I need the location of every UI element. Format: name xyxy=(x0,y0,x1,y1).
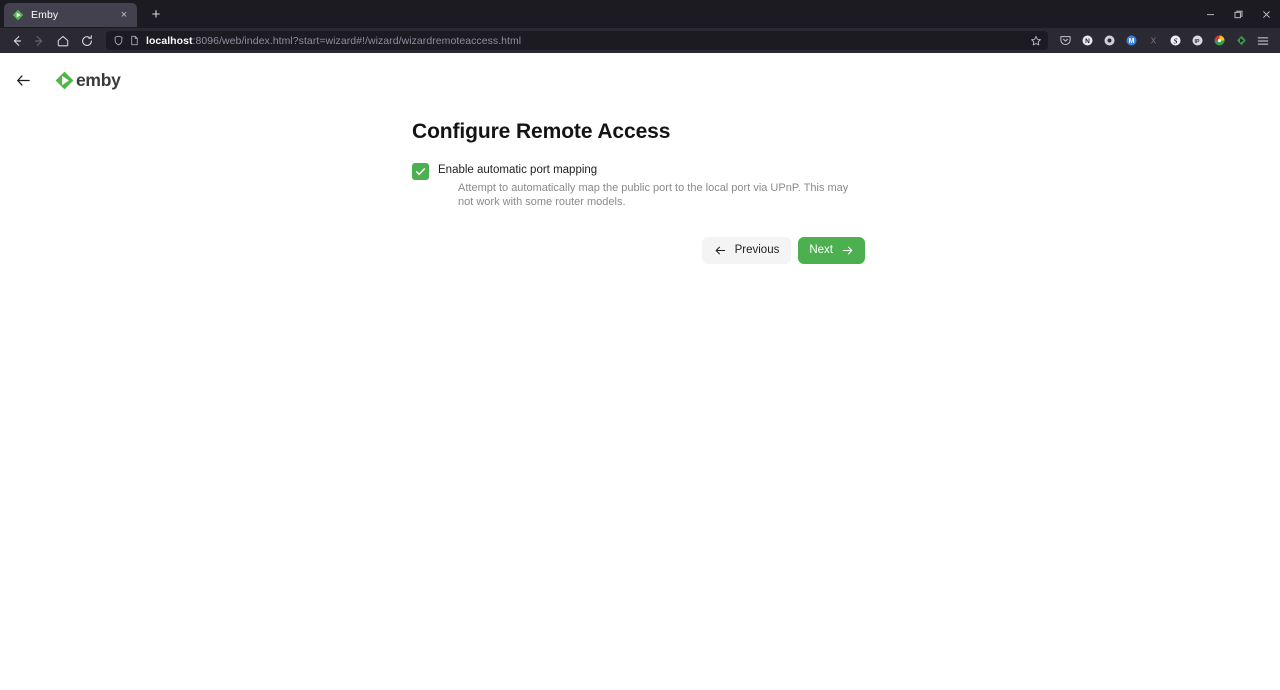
emby-logo-text: emby xyxy=(76,69,121,90)
next-button[interactable]: Next xyxy=(798,237,865,264)
page-title: Configure Remote Access xyxy=(412,120,671,143)
extension-n-icon[interactable]: N xyxy=(1076,30,1098,52)
extension-m-icon[interactable]: M xyxy=(1120,30,1142,52)
svg-text:IP: IP xyxy=(1194,39,1199,45)
restore-icon xyxy=(1234,10,1242,18)
extension-colorful-glyph-icon xyxy=(1213,35,1225,46)
svg-text:N: N xyxy=(1085,38,1090,45)
port-mapping-checkbox-row[interactable]: Enable automatic port mapping xyxy=(412,162,864,180)
extension-ip-icon[interactable]: IP xyxy=(1186,30,1208,52)
window-close-icon xyxy=(1262,10,1270,18)
extension-green-icon[interactable] xyxy=(1230,30,1252,52)
page-document-icon[interactable] xyxy=(128,34,141,47)
extension-circle-icon[interactable] xyxy=(1098,30,1120,52)
emby-logo[interactable]: emby xyxy=(55,69,121,90)
home-button[interactable] xyxy=(52,30,74,52)
tab-strip: Emby × + xyxy=(0,0,1280,28)
minimize-button[interactable] xyxy=(1196,0,1224,28)
pocket-icon[interactable] xyxy=(1054,30,1076,52)
extension-m-glyph-icon: M xyxy=(1125,35,1137,46)
bookmark-star-icon[interactable] xyxy=(1028,33,1044,49)
navigation-toolbar: localhost:8096/web/index.html?start=wiza… xyxy=(0,28,1280,53)
extension-n-glyph-icon: N xyxy=(1081,35,1093,46)
address-bar[interactable]: localhost:8096/web/index.html?start=wiza… xyxy=(106,31,1048,50)
restore-button[interactable] xyxy=(1224,0,1252,28)
extension-green-glyph-icon xyxy=(1236,35,1246,46)
page-back-arrow-icon xyxy=(16,74,30,86)
enable-port-mapping-label[interactable]: Enable automatic port mapping xyxy=(438,162,597,179)
arrow-left-icon xyxy=(714,244,727,257)
home-icon xyxy=(57,35,69,46)
page-back-button[interactable] xyxy=(12,69,34,91)
tab-close-icon[interactable]: × xyxy=(117,8,131,22)
checkmark-icon xyxy=(415,168,426,176)
extension-toolbar: N M X S IP xyxy=(1054,30,1274,52)
wizard-panel: Configure Remote Access Enable automatic… xyxy=(412,93,865,264)
svg-text:S: S xyxy=(1173,36,1177,45)
window-controls xyxy=(1196,0,1280,28)
reload-button[interactable] xyxy=(76,30,98,52)
svg-text:M: M xyxy=(1128,38,1134,45)
close-button[interactable] xyxy=(1252,0,1280,28)
arrow-left-glyph-icon xyxy=(715,246,725,255)
enable-port-mapping-description: Attempt to automatically map the public … xyxy=(458,182,849,208)
back-arrow-icon xyxy=(13,35,22,46)
wizard-button-row: Previous Next xyxy=(412,237,865,264)
browser-tab-emby[interactable]: Emby × xyxy=(4,3,137,27)
page-glyph-icon xyxy=(131,35,138,46)
emby-logo-mark-icon xyxy=(55,71,74,89)
previous-button-label: Previous xyxy=(734,244,780,256)
extension-s-glyph-icon: S xyxy=(1169,35,1181,46)
extension-x-glyph-icon: X xyxy=(1150,36,1156,45)
extension-s-icon[interactable]: S xyxy=(1164,30,1186,52)
back-button[interactable] xyxy=(6,30,28,52)
reload-icon xyxy=(82,34,92,46)
extension-colorful-icon[interactable] xyxy=(1208,30,1230,52)
forward-arrow-icon xyxy=(34,35,43,46)
url-text[interactable]: localhost:8096/web/index.html?start=wiza… xyxy=(144,35,1028,47)
page-viewport: emby Configure Remote Access Enable auto… xyxy=(0,53,1280,690)
arrow-right-glyph-icon xyxy=(842,246,853,255)
url-path: :8096/web/index.html?start=wizard#!/wiza… xyxy=(192,34,522,47)
extension-ip-glyph-icon: IP xyxy=(1191,35,1203,46)
previous-button[interactable]: Previous xyxy=(701,237,792,264)
forward-button[interactable] xyxy=(28,30,50,52)
enable-port-mapping-checkbox[interactable] xyxy=(412,163,429,180)
next-button-label: Next xyxy=(809,244,833,256)
star-glyph-icon xyxy=(1031,35,1041,45)
new-tab-button[interactable]: + xyxy=(145,4,167,26)
arrow-right-icon xyxy=(841,244,854,257)
shield-glyph-icon xyxy=(114,35,123,46)
browser-window: Emby × + localhost:8096/web/index.html?s… xyxy=(0,0,1280,690)
app-menu-icon[interactable] xyxy=(1252,30,1274,52)
hamburger-menu-glyph-icon xyxy=(1257,36,1269,45)
tab-title: Emby xyxy=(31,9,59,21)
extension-x-icon[interactable]: X xyxy=(1142,30,1164,52)
svg-text:X: X xyxy=(1150,36,1156,45)
pocket-glyph-icon xyxy=(1059,36,1071,46)
emby-diamond-icon xyxy=(12,9,24,21)
url-host: localhost xyxy=(146,34,193,47)
minimize-icon xyxy=(1206,13,1214,15)
extension-circle-glyph-icon xyxy=(1103,35,1115,46)
emby-app-header: emby xyxy=(0,53,1280,93)
shield-icon[interactable] xyxy=(112,34,125,47)
